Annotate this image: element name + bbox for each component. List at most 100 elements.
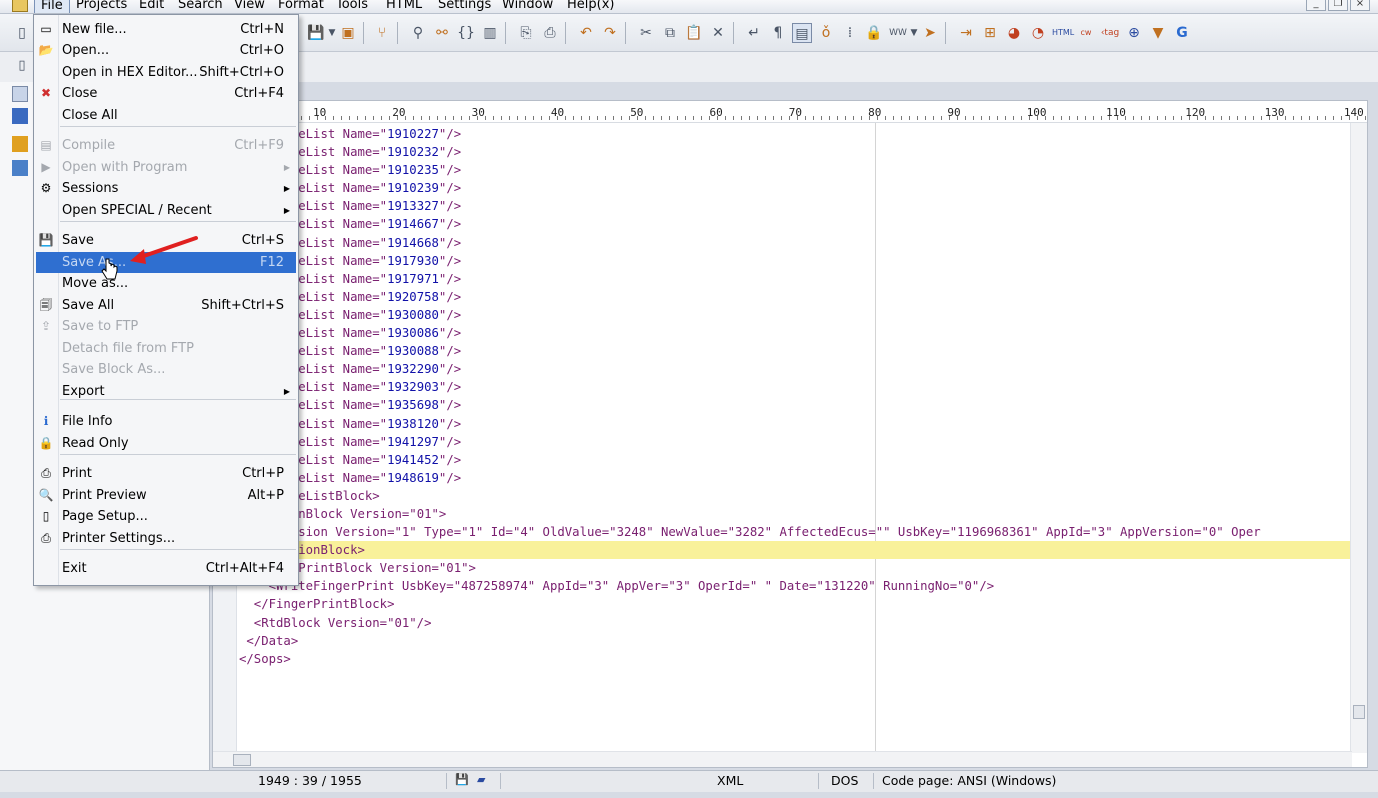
paste-icon[interactable]: 📋 [684,23,704,43]
undo-icon[interactable]: ↶ [576,23,596,43]
copy-icon[interactable]: ⧉ [660,23,680,43]
code-line: ableList Name="1913327"/> [276,199,462,214]
menu-item-close[interactable]: ✖ Close Ctrl+F4 [36,83,296,104]
format-icon[interactable]: ▤ [792,23,812,43]
highlighted-code-line: ersionBlock> [239,541,1351,560]
lock-toolbar-icon[interactable]: 🔒 [864,23,884,43]
print-toolbar-icon[interactable]: ⎙ [540,23,560,43]
tree-icon[interactable]: ⑂ [372,23,392,43]
menu-edit[interactable]: Edit [133,0,170,13]
code-line: ableList Name="1920758"/> [276,289,462,304]
hex-color-icon[interactable]: ◔ [1028,23,1048,43]
menu-item-open-with-program[interactable]: ▶ Open with Program ▶ [36,157,296,178]
explorer-icon[interactable] [12,160,28,176]
code-line: ableList Name="1941452"/> [276,452,462,467]
submenu-arrow-icon: ▶ [283,206,290,215]
google-icon[interactable]: G [1172,23,1192,43]
close-window-button[interactable]: × [1350,0,1370,11]
cut-icon[interactable]: ✂ [636,23,656,43]
tag-icon[interactable]: ‹tag [1100,23,1120,43]
pilcrow-icon[interactable]: ¶ [768,23,788,43]
menu-item-move-as[interactable]: Move as... [36,273,296,294]
menu-item-save-to-ftp[interactable]: ⇪ Save to FTP [36,316,296,337]
ruler-number: 40 [550,106,565,119]
vertical-scrollbar[interactable] [1350,123,1367,753]
menu-settings[interactable]: Settings [432,0,497,13]
preview-icon[interactable]: ⎘ [516,23,536,43]
redo-icon[interactable]: ↷ [600,23,620,43]
menu-view[interactable]: View [228,0,271,13]
ruler: 10 20 30 40 50 60 70 80 90 100 110 120 130 140 [213,101,1367,123]
pin-icon[interactable]: ➤ [920,23,940,43]
wrap-icon[interactable]: ↵ [744,23,764,43]
page-setup-icon: ▯ [42,509,50,523]
menu-help[interactable]: Help(x) [561,0,620,13]
menu-item-close-all[interactable]: Close All [36,105,296,126]
menu-item-label: Open SPECIAL / Recent [62,203,212,218]
menu-projects[interactable]: Projects [70,0,133,13]
menu-separator [60,221,296,222]
menu-item-printer-settings[interactable]: ⎙ Printer Settings... [36,528,296,549]
menu-item-label: Print [62,466,92,481]
spell-icon[interactable]: ǒ [816,23,836,43]
chars-icon[interactable]: cw [1076,23,1096,43]
menu-item-print[interactable]: ⎙ Print Ctrl+P [36,463,296,484]
folder-icon[interactable] [12,136,28,152]
horizontal-scroll-thumb[interactable] [233,754,251,766]
menu-item-file-info[interactable]: ℹ File Info [36,411,296,432]
ruler-number: 80 [868,106,882,119]
color-icon[interactable]: ◕ [1004,23,1024,43]
menu-search[interactable]: Search [172,0,229,13]
menu-format[interactable]: Format [272,0,330,13]
book-icon[interactable]: ▥ [480,23,500,43]
menu-item-sessions[interactable]: ⚙ Sessions ▶ [36,178,296,199]
html-text-icon[interactable]: HTML [1052,23,1074,43]
menu-item-save-block-as[interactable]: Save Block As... [36,359,296,380]
indent-icon[interactable]: ⇥ [956,23,976,43]
menu-item-open-special-recent[interactable]: Open SPECIAL / Recent ▶ [36,200,296,221]
save-all-toolbar-icon[interactable]: ▣ [338,23,358,43]
menu-item-exit[interactable]: Exit Ctrl+Alt+F4 [36,558,296,579]
code-editor[interactable]: 10 20 30 40 50 60 70 80 90 100 110 120 130 140 ableLi… [212,100,1368,768]
save-icon: 💾 [38,233,54,247]
menu-item-read-only[interactable]: 🔒 Read Only [36,433,296,454]
menu-item-shortcut: Shift+Ctrl+O [199,65,284,80]
column-icon[interactable]: ⁞ [840,23,860,43]
doc-icon[interactable]: ▯ [12,56,32,76]
syntax-mode[interactable]: XML [717,773,743,788]
tidy-icon[interactable]: ⊞ [980,23,1000,43]
code-content[interactable]: ableList Name="1910227"/> ableList Name=… [239,125,1351,668]
find-icon[interactable]: ⚲ [408,23,428,43]
new-icon[interactable]: ▯ [12,23,32,43]
menu-item-page-setup[interactable]: ▯ Page Setup... [36,506,296,527]
menu-item-new-file[interactable]: ▭ New file... Ctrl+N [36,19,296,40]
menu-item-print-preview[interactable]: 🔍 Print Preview Alt+P [36,485,296,506]
project-icon[interactable] [12,86,28,102]
line-endings[interactable]: DOS [831,773,858,788]
code-line: ableList Name="1935698"/> [276,398,462,413]
menu-item-save-all[interactable]: 🗐 Save All Shift+Ctrl+S [36,295,296,316]
menu-window[interactable]: Window [496,0,559,13]
menu-file[interactable]: File [34,0,70,13]
restore-button[interactable]: ❐ [1328,0,1348,11]
minimize-button[interactable]: _ [1306,0,1326,11]
menu-item-detach-file-from-ftp[interactable]: Detach file from FTP [36,338,296,359]
menu-item-label: Save Block As... [62,362,166,377]
globe-icon[interactable]: ⊕ [1124,23,1144,43]
codepage[interactable]: Code page: ANSI (Windows) [882,773,1056,788]
code-line: <WriteFingerPrint UsbKey="487258974" App… [239,579,995,594]
vertical-scroll-thumb[interactable] [1353,705,1365,719]
replace-icon[interactable]: ⚯ [432,23,452,43]
filter-icon[interactable]: ▼ [1148,23,1168,43]
files-icon[interactable] [12,108,28,124]
menu-html[interactable]: HTML [380,0,428,13]
horizontal-scrollbar[interactable] [213,751,1352,767]
braces-icon[interactable]: {} [456,23,476,43]
info-icon: ℹ [43,414,49,428]
menu-item-open[interactable]: 📂 Open... Ctrl+O [36,40,296,61]
menu-item-open-in-hex-editor[interactable]: Open in HEX Editor... Shift+Ctrl+O [36,62,296,83]
menu-item-compile[interactable]: ▤ Compile Ctrl+F9 [36,135,296,156]
delete-icon[interactable]: ✕ [708,23,728,43]
ruler-number: 20 [392,106,406,119]
menu-tools[interactable]: Tools [330,0,374,13]
